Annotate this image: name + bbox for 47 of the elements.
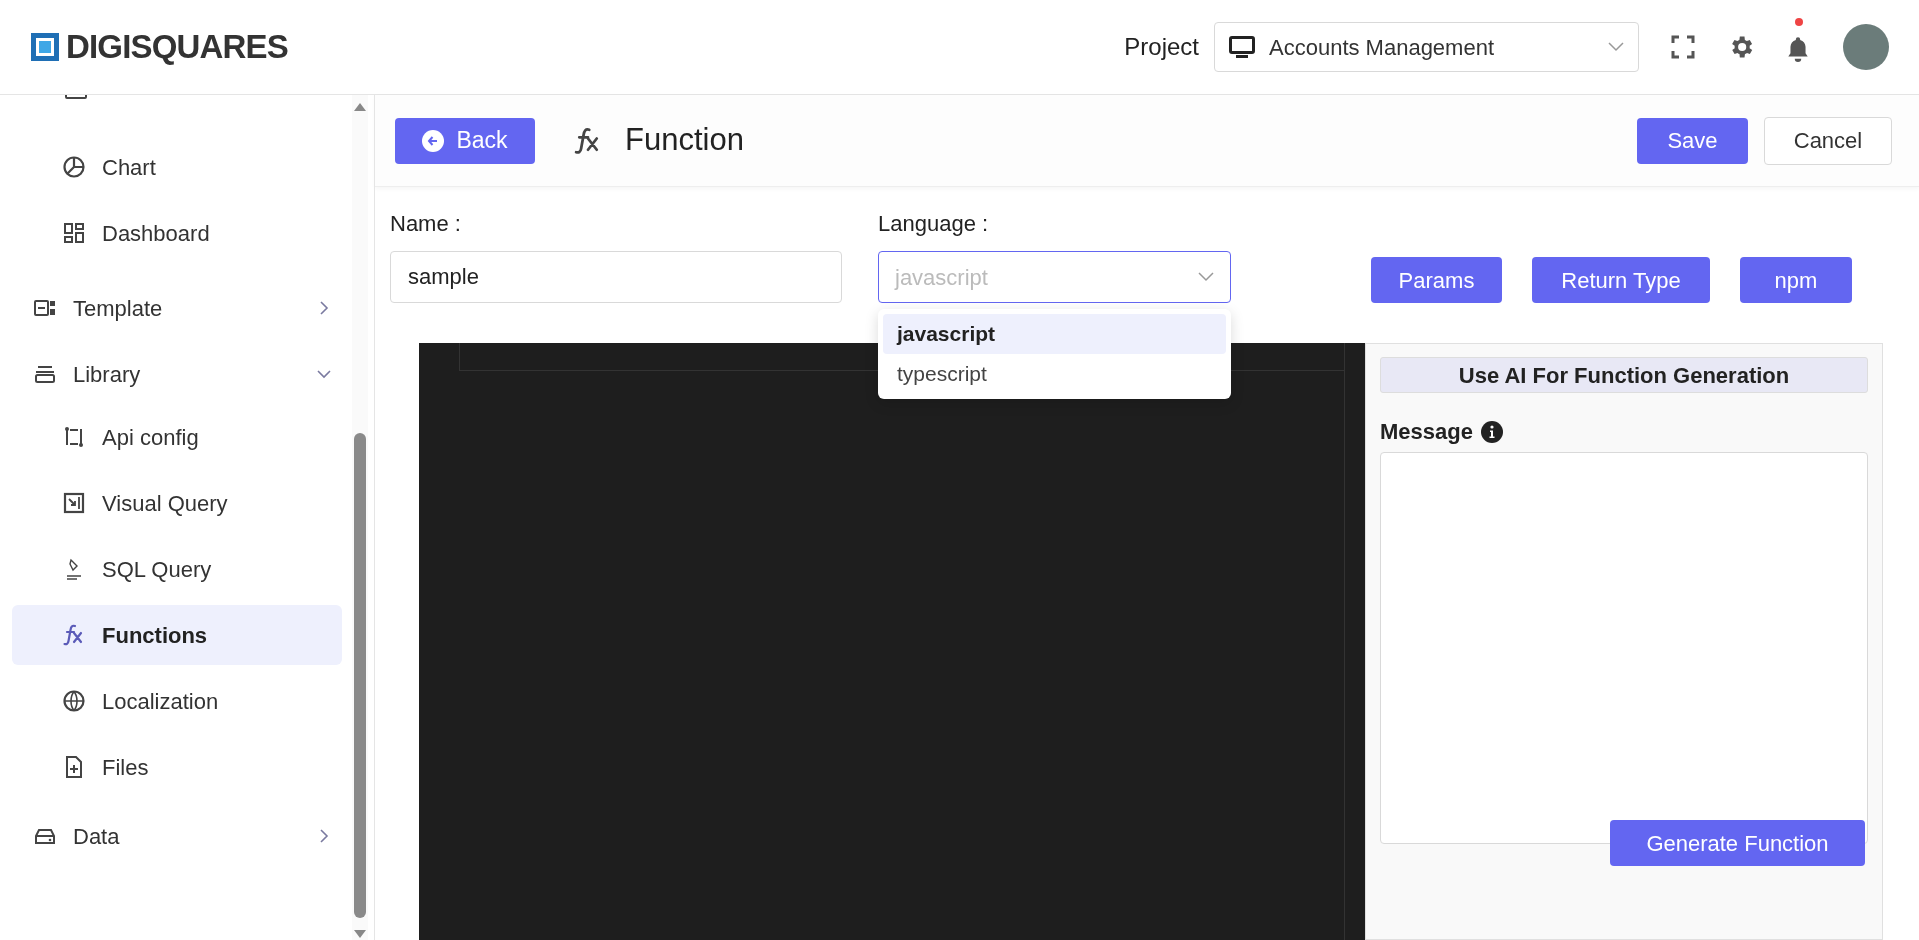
arrow-left-circle-icon bbox=[422, 129, 445, 152]
project-label: Project bbox=[1124, 32, 1199, 62]
generate-function-button[interactable]: Generate Function bbox=[1610, 820, 1865, 866]
bell-icon[interactable] bbox=[1785, 35, 1811, 63]
back-button[interactable]: Back bbox=[395, 117, 535, 164]
sidebar-section[interactable]: Data bbox=[12, 806, 342, 866]
pie-chart-icon bbox=[62, 155, 86, 179]
code-editor[interactable] bbox=[419, 343, 1365, 940]
scroll-down-icon[interactable] bbox=[354, 930, 366, 938]
language-option[interactable]: javascript bbox=[883, 314, 1226, 354]
avatar[interactable] bbox=[1843, 24, 1889, 70]
dashboard-icon bbox=[62, 221, 86, 245]
ai-panel-title: Use AI For Function Generation bbox=[1380, 357, 1868, 393]
logo-icon bbox=[30, 32, 60, 62]
chevron-down-icon bbox=[1198, 272, 1214, 282]
language-option[interactable]: typescript bbox=[883, 354, 1226, 394]
language-label: Language : bbox=[878, 210, 990, 238]
monitor-icon bbox=[1229, 36, 1255, 58]
message-label: Message bbox=[1380, 418, 1473, 446]
sidebar-item[interactable]: Functions bbox=[12, 605, 342, 665]
fullscreen-icon[interactable] bbox=[1671, 35, 1695, 59]
scroll-up-icon[interactable] bbox=[354, 103, 366, 111]
name-field[interactable]: sample bbox=[390, 251, 842, 303]
project-select[interactable]: Accounts Management bbox=[1214, 22, 1639, 72]
scrollbar-thumb[interactable] bbox=[354, 433, 366, 918]
sidebar-item[interactable]: Files bbox=[12, 737, 342, 797]
globe-icon bbox=[62, 689, 86, 713]
logo-text: DIGISQUARES bbox=[66, 27, 288, 68]
sidebar-section[interactable]: Library bbox=[12, 344, 342, 404]
sidebar-item[interactable]: SQL Query bbox=[12, 539, 342, 599]
name-label: Name : bbox=[390, 210, 462, 238]
sidebar-item[interactable]: Chart bbox=[12, 137, 342, 197]
api-config-icon bbox=[62, 425, 86, 449]
page-title: Function bbox=[625, 121, 744, 160]
cancel-button[interactable]: Cancel bbox=[1764, 116, 1892, 165]
toolbar-button[interactable]: Params bbox=[1371, 257, 1502, 303]
sidebar-section[interactable]: Template bbox=[12, 278, 342, 338]
toolbar-button[interactable]: npm bbox=[1740, 257, 1852, 303]
chevron-down-icon bbox=[1608, 42, 1624, 52]
info-icon[interactable] bbox=[1480, 420, 1503, 443]
save-button[interactable]: Save bbox=[1637, 117, 1748, 164]
sidebar-item[interactable]: Dashboard bbox=[12, 203, 342, 263]
sidebar-item[interactable]: Visual Query bbox=[12, 473, 342, 533]
sidebar-item[interactable]: Api config bbox=[12, 407, 342, 467]
sidebar-item[interactable]: Localization bbox=[12, 671, 342, 731]
toolbar-button[interactable]: Return Type bbox=[1532, 257, 1710, 303]
visual-query-icon bbox=[62, 491, 86, 515]
